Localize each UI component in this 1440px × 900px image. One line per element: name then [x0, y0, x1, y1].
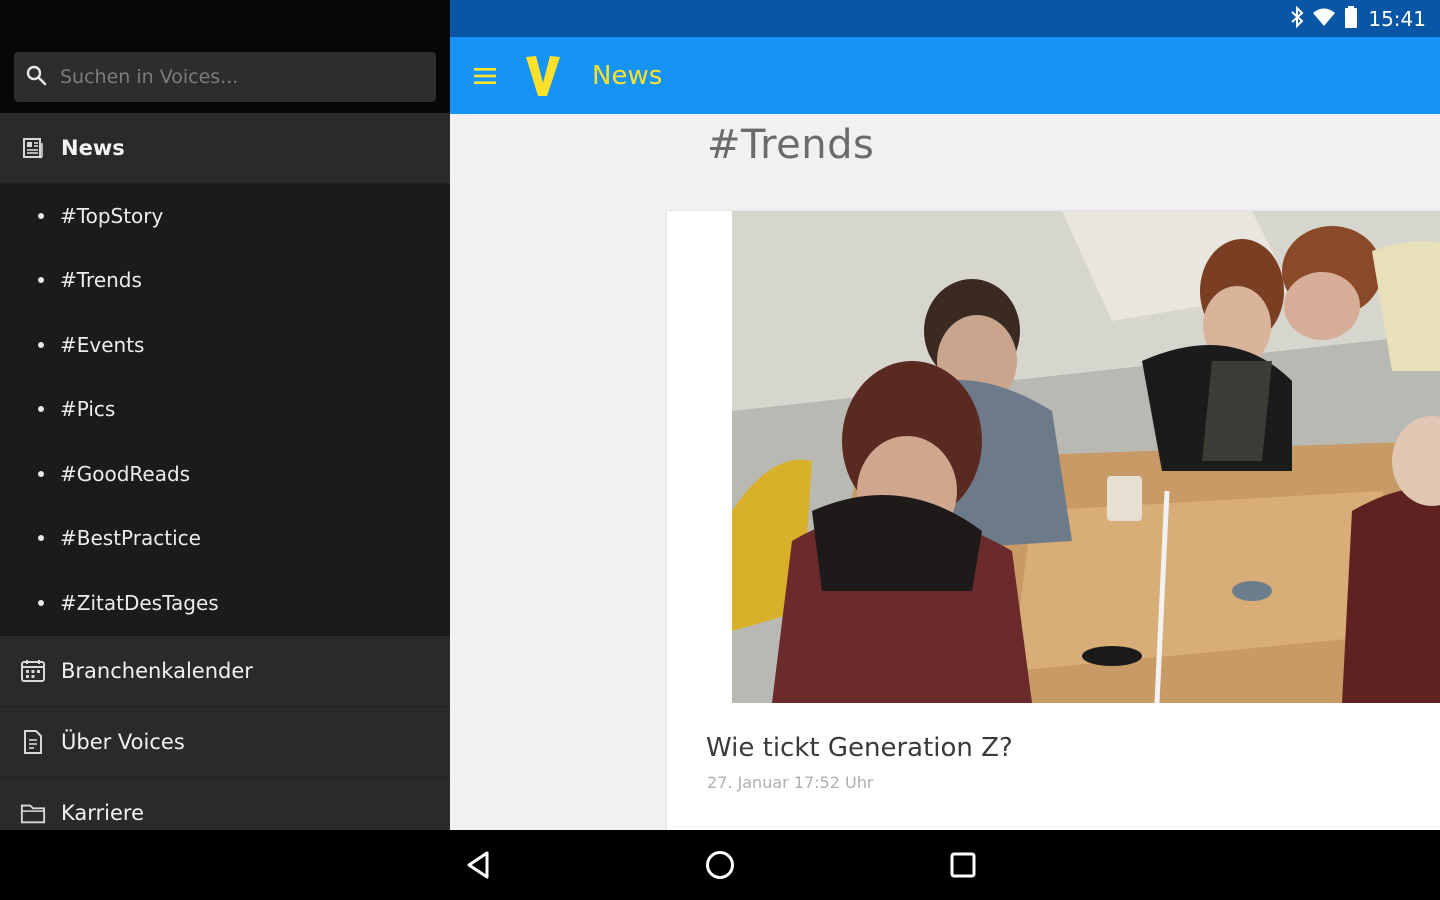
- newspaper-icon: [20, 135, 46, 161]
- drawer-item-label: Über Voices: [61, 729, 185, 754]
- bullet: [38, 535, 44, 542]
- drawer-item-news[interactable]: News: [0, 113, 450, 184]
- article-card[interactable]: Wie tickt Generation Z? 27. Januar 17:52…: [667, 211, 1440, 830]
- drawer-subitem-label: #Pics: [60, 397, 116, 422]
- drawer-subitem-label: #ZitatDesTages: [60, 590, 219, 615]
- drawer-subitem-events[interactable]: #Events: [0, 313, 450, 378]
- bluetooth-icon: [1282, 5, 1304, 32]
- search-box[interactable]: [14, 52, 436, 102]
- search-icon: [24, 63, 48, 91]
- drawer-item-label: Branchenkalender: [61, 658, 253, 683]
- news-subcategory-list: #TopStory #Trends #Events #Pics #GoodRea…: [0, 184, 450, 636]
- content-area: #Trends Wie tickt Generation Z? 27. Janu…: [450, 114, 1440, 830]
- article-image[interactable]: [732, 211, 1440, 703]
- battery-icon: [1336, 5, 1358, 32]
- bullet: [38, 341, 44, 348]
- search-input[interactable]: [60, 66, 400, 88]
- bullet: [38, 470, 44, 477]
- drawer-item-karriere[interactable]: Karriere: [0, 777, 450, 830]
- recents-icon[interactable]: [938, 843, 988, 887]
- bullet: [38, 212, 44, 219]
- article-title[interactable]: Wie tickt Generation Z?: [706, 733, 1013, 763]
- document-icon: [20, 729, 46, 755]
- section-heading: #Trends: [707, 122, 875, 168]
- status-bar: 15:41: [450, 0, 1440, 37]
- bullet: [38, 599, 44, 606]
- voices-logo: [524, 53, 562, 99]
- drawer-subitem-topstory[interactable]: #TopStory: [0, 184, 450, 249]
- drawer-item-ueber-voices[interactable]: Über Voices: [0, 706, 450, 778]
- screen: News #TopStory #Trends #Events #Pics #Go…: [0, 0, 1440, 900]
- drawer-subitem-trends[interactable]: #Trends: [0, 249, 450, 313]
- drawer-subitem-zitatdestages[interactable]: #ZitatDesTages: [0, 571, 450, 636]
- folder-icon: [20, 800, 46, 826]
- article-date: 27. Januar 17:52 Uhr: [707, 773, 874, 792]
- drawer-item-label: News: [61, 136, 125, 160]
- navigation-drawer: News #TopStory #Trends #Events #Pics #Go…: [0, 0, 450, 830]
- bullet: [38, 406, 44, 413]
- drawer-subitem-label: #GoodReads: [60, 461, 191, 486]
- drawer-subitem-label: #Events: [60, 332, 145, 357]
- app-bar: News: [450, 37, 1440, 114]
- drawer-subitem-bestpractice[interactable]: #BestPractice: [0, 507, 450, 571]
- wifi-icon: [1304, 7, 1336, 31]
- drawer-item-label: Karriere: [61, 800, 145, 825]
- status-time: 15:41: [1368, 6, 1426, 31]
- drawer-subitem-label: #BestPractice: [60, 526, 201, 551]
- drawer-subitem-goodreads[interactable]: #GoodReads: [0, 442, 450, 507]
- app-bar-title: News: [592, 60, 663, 91]
- calendar-icon: [20, 658, 46, 684]
- bullet: [38, 277, 44, 284]
- home-icon[interactable]: [695, 843, 745, 887]
- back-icon[interactable]: [453, 843, 503, 887]
- system-navigation-bar: [0, 830, 1440, 900]
- drawer-subitem-label: #Trends: [60, 268, 142, 293]
- drawer-item-branchenkalender[interactable]: Branchenkalender: [0, 635, 450, 707]
- drawer-subitem-pics[interactable]: #Pics: [0, 378, 450, 442]
- drawer-subitem-label: #TopStory: [60, 203, 164, 228]
- hamburger-icon[interactable]: [450, 37, 520, 114]
- drawer-header: [0, 0, 450, 113]
